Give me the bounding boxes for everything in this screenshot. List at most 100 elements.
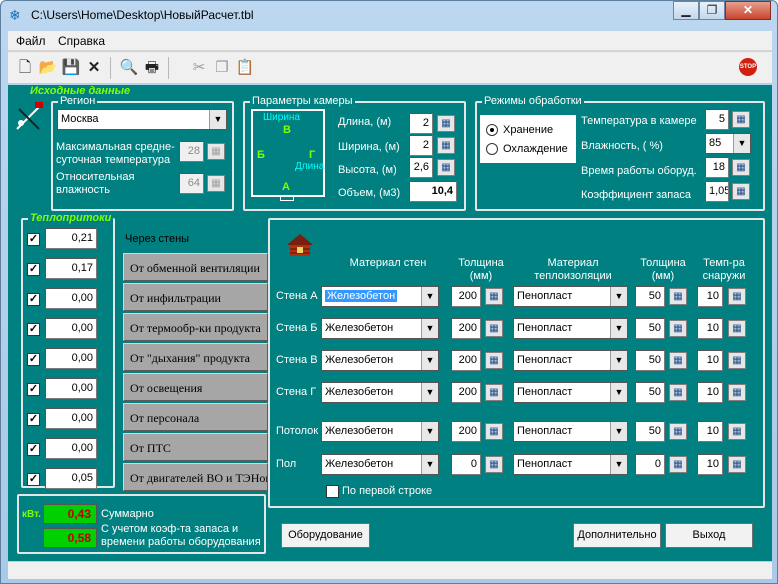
- wall-thickness-input[interactable]: 0: [451, 454, 481, 475]
- humidity-input[interactable]: 64: [179, 173, 204, 194]
- insulation-thickness-input[interactable]: 0: [635, 454, 665, 475]
- save-icon[interactable]: 💾: [60, 57, 82, 79]
- heat-checkbox[interactable]: ✓: [27, 443, 40, 456]
- insulation-select[interactable]: Пенопласт ▼: [513, 382, 628, 403]
- insulation-select[interactable]: Пенопласт ▼: [513, 350, 628, 371]
- outside-temp-input[interactable]: 10: [697, 421, 723, 442]
- heat-checkbox[interactable]: ✓: [27, 293, 40, 306]
- outside-temp-input[interactable]: 10: [697, 454, 723, 475]
- calculator-icon[interactable]: ▦: [728, 423, 746, 440]
- first-row-checkbox[interactable]: [326, 485, 339, 498]
- outside-temp-input[interactable]: 10: [697, 286, 723, 307]
- calculator-icon[interactable]: ▦: [669, 384, 687, 401]
- calculator-icon[interactable]: ▦: [669, 423, 687, 440]
- print-icon[interactable]: 🖶: [141, 57, 163, 79]
- calculator-icon[interactable]: ▦: [485, 456, 503, 473]
- menu-file[interactable]: Файл: [16, 34, 46, 48]
- insulation-select[interactable]: Пенопласт ▼: [513, 318, 628, 339]
- calculator-icon[interactable]: ▦: [669, 288, 687, 305]
- wall-thickness-input[interactable]: 200: [451, 350, 481, 371]
- calculator-icon[interactable]: ▦: [732, 183, 750, 200]
- wall-thickness-input[interactable]: 200: [451, 382, 481, 403]
- heat-checkbox[interactable]: ✓: [27, 233, 40, 246]
- height-input[interactable]: 2,6: [409, 157, 433, 178]
- calculator-icon[interactable]: ▦: [485, 320, 503, 337]
- calculator-icon[interactable]: ▦: [728, 352, 746, 369]
- wall-material-select[interactable]: Железобетон ▼: [321, 318, 439, 339]
- heat-checkbox[interactable]: ✓: [27, 383, 40, 396]
- cooling-label[interactable]: Охлаждение: [503, 143, 568, 155]
- heat-source-button[interactable]: От персонала: [123, 403, 268, 431]
- calculator-icon[interactable]: ▦: [485, 288, 503, 305]
- calculator-icon[interactable]: ▦: [669, 320, 687, 337]
- heat-checkbox[interactable]: ✓: [27, 473, 40, 486]
- first-row-label[interactable]: По первой строке: [342, 485, 432, 498]
- close-button[interactable]: ✕: [725, 1, 771, 20]
- avg-temp-input[interactable]: 28: [179, 141, 204, 162]
- calculator-icon[interactable]: ▦: [728, 320, 746, 337]
- calculator-icon[interactable]: ▦: [728, 456, 746, 473]
- mode-humidity-select[interactable]: 85 ▼: [705, 133, 751, 154]
- region-select[interactable]: Москва ▼: [57, 109, 227, 130]
- calculator-icon[interactable]: ▦: [485, 352, 503, 369]
- calculator-icon[interactable]: ▦: [732, 159, 750, 176]
- wall-material-select[interactable]: Железобетон ▼: [321, 454, 439, 475]
- open-folder-icon[interactable]: 📂: [37, 57, 59, 79]
- calculator-icon[interactable]: ▦: [485, 423, 503, 440]
- calculator-icon[interactable]: ▦: [728, 384, 746, 401]
- outside-temp-input[interactable]: 10: [697, 318, 723, 339]
- insulation-select[interactable]: Пенопласт ▼: [513, 286, 628, 307]
- copy-icon[interactable]: ❐: [211, 57, 233, 79]
- wall-material-select[interactable]: Железобетон ▼: [321, 421, 439, 442]
- exit-button[interactable]: Выход: [665, 523, 753, 548]
- wall-material-select[interactable]: Железобетон ▼: [321, 350, 439, 371]
- heat-checkbox[interactable]: ✓: [27, 353, 40, 366]
- storage-label[interactable]: Хранение: [503, 124, 553, 136]
- chamber-temp-input[interactable]: 5: [705, 109, 729, 130]
- wall-thickness-input[interactable]: 200: [451, 421, 481, 442]
- calculator-icon[interactable]: ▦: [207, 143, 225, 160]
- insulation-thickness-input[interactable]: 50: [635, 421, 665, 442]
- heat-source-button[interactable]: От обменной вентиляции: [123, 253, 268, 281]
- calculator-icon[interactable]: ▦: [437, 115, 455, 132]
- wall-thickness-input[interactable]: 200: [451, 286, 481, 307]
- equipment-button[interactable]: Оборудование: [281, 523, 370, 548]
- heat-checkbox[interactable]: ✓: [27, 323, 40, 336]
- width-input[interactable]: 2: [409, 135, 433, 156]
- maximize-button[interactable]: ❐: [699, 1, 725, 20]
- menu-help[interactable]: Справка: [58, 34, 105, 48]
- wall-thickness-input[interactable]: 200: [451, 318, 481, 339]
- heat-source-button[interactable]: От ПТС: [123, 433, 268, 461]
- outside-temp-input[interactable]: 10: [697, 350, 723, 371]
- reserve-input[interactable]: 1,05: [705, 181, 729, 202]
- calculator-icon[interactable]: ▦: [732, 111, 750, 128]
- calculator-icon[interactable]: ▦: [669, 456, 687, 473]
- minimize-button[interactable]: ▁: [673, 1, 699, 20]
- calculator-icon[interactable]: ▦: [485, 384, 503, 401]
- insulation-select[interactable]: Пенопласт ▼: [513, 454, 628, 475]
- print-preview-icon[interactable]: 🔍: [118, 57, 140, 79]
- heat-source-button[interactable]: От двигателей ВО и ТЭНов: [123, 463, 268, 491]
- calculator-icon[interactable]: ▦: [728, 288, 746, 305]
- cut-icon[interactable]: ✂: [188, 57, 210, 79]
- runtime-input[interactable]: 18: [705, 157, 729, 178]
- insulation-thickness-input[interactable]: 50: [635, 382, 665, 403]
- heat-source-button[interactable]: От термообр-ки продукта: [123, 313, 268, 341]
- stop-icon[interactable]: STOP: [739, 58, 757, 76]
- wall-material-select[interactable]: Железобетон ▼: [321, 286, 439, 307]
- cooling-radio[interactable]: [486, 143, 498, 155]
- additional-button[interactable]: Дополнительно: [573, 523, 661, 548]
- heat-source-button[interactable]: От "дыхания" продукта: [123, 343, 268, 371]
- close-x-icon[interactable]: ✕: [83, 57, 105, 79]
- calculator-icon[interactable]: ▦: [437, 137, 455, 154]
- insulation-select[interactable]: Пенопласт ▼: [513, 421, 628, 442]
- wall-material-select[interactable]: Железобетон ▼: [321, 382, 439, 403]
- length-input[interactable]: 2: [409, 113, 433, 134]
- heat-source-button[interactable]: От инфильтрации: [123, 283, 268, 311]
- heat-checkbox[interactable]: ✓: [27, 413, 40, 426]
- insulation-thickness-input[interactable]: 50: [635, 286, 665, 307]
- paste-icon[interactable]: 📋: [234, 57, 256, 79]
- insulation-thickness-input[interactable]: 50: [635, 318, 665, 339]
- calculator-icon[interactable]: ▦: [669, 352, 687, 369]
- calculator-icon[interactable]: ▦: [207, 175, 225, 192]
